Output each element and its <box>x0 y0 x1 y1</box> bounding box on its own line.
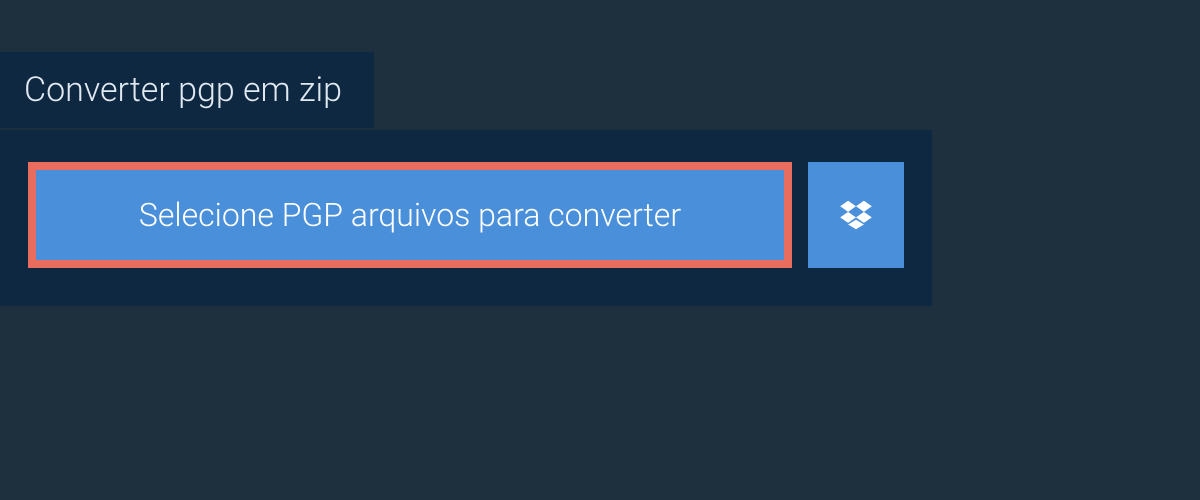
select-files-button[interactable]: Selecione PGP arquivos para converter <box>28 162 792 268</box>
dropbox-icon <box>837 196 875 234</box>
file-select-panel: Selecione PGP arquivos para converter <box>0 130 932 306</box>
tab-title[interactable]: Converter pgp em zip <box>0 52 374 128</box>
select-files-label: Selecione PGP arquivos para converter <box>139 196 681 234</box>
dropbox-button[interactable] <box>808 162 904 268</box>
